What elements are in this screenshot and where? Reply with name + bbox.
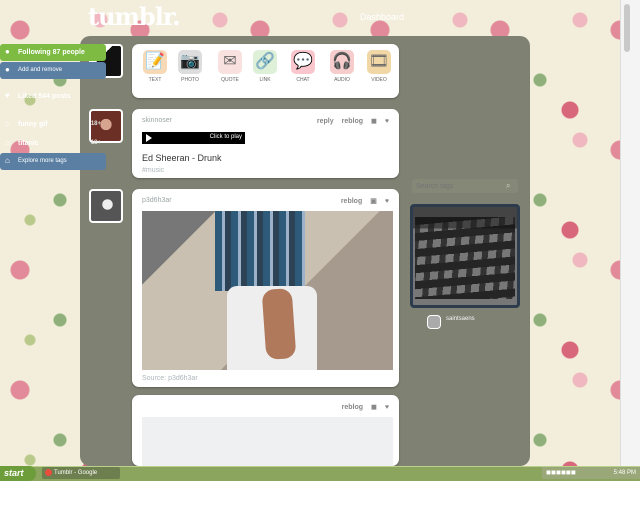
- avatar[interactable]: [89, 189, 123, 223]
- audio-post: skinnoser reply reblog ◼ ♥ Click to play Ed…: [132, 109, 399, 178]
- post-actions: reblog ◼ ♥: [334, 403, 389, 411]
- heart-icon: ♥: [5, 91, 10, 100]
- heart-icon[interactable]: ♥: [385, 118, 389, 125]
- white-margin: [0, 481, 640, 512]
- heart-icon[interactable]: ♥: [385, 404, 389, 411]
- scrollbar-thumb[interactable]: [624, 4, 630, 52]
- reblog-link[interactable]: reblog: [341, 198, 362, 205]
- plaid-shirt: [215, 211, 305, 291]
- post-type-link[interactable]: 🔗 LINK: [250, 50, 280, 83]
- tag-icon: ⌂: [5, 138, 10, 147]
- post-type-video[interactable]: 🎞 VIDEO: [364, 50, 394, 83]
- camera-icon: 📷: [178, 50, 202, 74]
- dashboard-link[interactable]: Dashboard: [360, 12, 404, 22]
- play-label: Click to play: [209, 134, 242, 140]
- link-icon: 🔗: [253, 50, 277, 74]
- system-tray: ◼◼◼◼◼◼ 5:48 PM: [542, 467, 640, 479]
- post-type-quote[interactable]: ✉ QUOTE: [215, 50, 245, 83]
- following-button[interactable]: ● Following 87 people: [0, 44, 106, 61]
- tag-icon: ⌂: [5, 119, 10, 128]
- explore-tags-button[interactable]: ⌂ Explore more tags: [0, 153, 106, 170]
- post-actions: reblog ▣ ♥: [333, 197, 389, 205]
- post-type-text[interactable]: 📝 TEXT: [140, 50, 170, 83]
- photo-image[interactable]: [142, 211, 393, 370]
- next-post: reblog ◼ ♥: [132, 395, 399, 466]
- video-icon: 🎞: [367, 50, 391, 74]
- reblog-link[interactable]: reblog: [342, 404, 363, 411]
- headphones-icon: 🎧: [330, 50, 354, 74]
- post-author[interactable]: skinnoser: [142, 117, 172, 124]
- tag-row[interactable]: ⌂ funny gif 18+: [0, 116, 106, 133]
- post-author[interactable]: p3d6h3ar: [142, 197, 172, 204]
- post-actions: reply reblog ◼ ♥: [309, 117, 389, 125]
- user-icon: ●: [5, 47, 10, 56]
- photo-icon: ▣: [370, 198, 377, 205]
- post-image-placeholder: [142, 417, 393, 466]
- clock: 5:48 PM: [613, 470, 636, 476]
- tag-icon: ⌂: [5, 156, 10, 165]
- add-remove-button[interactable]: ● Add and remove: [0, 62, 106, 79]
- reply-link[interactable]: reply: [317, 118, 334, 125]
- post-type-audio[interactable]: 🎧 AUDIO: [327, 50, 357, 83]
- sidebar-photo[interactable]: [410, 204, 520, 308]
- post-tag[interactable]: #music: [142, 167, 164, 174]
- text-icon: 📝: [143, 50, 167, 74]
- heart-icon[interactable]: ♥: [385, 198, 389, 205]
- scrollbar[interactable]: [620, 0, 640, 466]
- camera-icon: ◼: [371, 118, 377, 125]
- audio-player[interactable]: Click to play: [142, 132, 245, 144]
- play-icon[interactable]: [146, 134, 152, 142]
- avatar[interactable]: [427, 315, 441, 329]
- post-type-photo[interactable]: 📷 PHOTO: [175, 50, 205, 83]
- chat-icon: 💬: [291, 50, 315, 74]
- chrome-window-button[interactable]: Tumblr - Google Chrome: [42, 467, 120, 488]
- arm: [261, 288, 297, 360]
- camera-icon: ◼: [371, 404, 377, 411]
- photo-detail: [415, 217, 515, 299]
- reblog-link[interactable]: reblog: [342, 118, 363, 125]
- post-type-chat[interactable]: 💬 CHAT: [288, 50, 318, 83]
- song-title: Ed Sheeran - Drunk: [142, 153, 222, 163]
- search-tags-input[interactable]: [412, 179, 518, 193]
- sidebar-user[interactable]: saintsaens: [446, 316, 475, 322]
- quote-icon: ✉: [218, 50, 242, 74]
- photo-post: p3d6h3ar reblog ▣ ♥ Source: p3d6h3ar: [132, 189, 399, 387]
- people-icon: ●: [5, 65, 10, 74]
- search-icon: ⌕: [506, 181, 511, 190]
- tray-icons: ◼◼◼◼◼◼: [546, 470, 576, 476]
- photo-source[interactable]: Source: p3d6h3ar: [142, 375, 198, 382]
- liked-posts[interactable]: ♥ Liked 544 posts: [0, 88, 106, 105]
- logo[interactable]: tumblr.: [88, 2, 181, 31]
- start-button[interactable]: start: [0, 466, 36, 481]
- tag-row[interactable]: ⌂ titanic 18+: [0, 135, 106, 152]
- post-type-bar: 📝 TEXT 📷 PHOTO ✉ QUOTE 🔗 LINK 💬 CHAT 🎧 AUDIO 🎞…: [132, 44, 399, 98]
- chrome-icon: [45, 469, 52, 476]
